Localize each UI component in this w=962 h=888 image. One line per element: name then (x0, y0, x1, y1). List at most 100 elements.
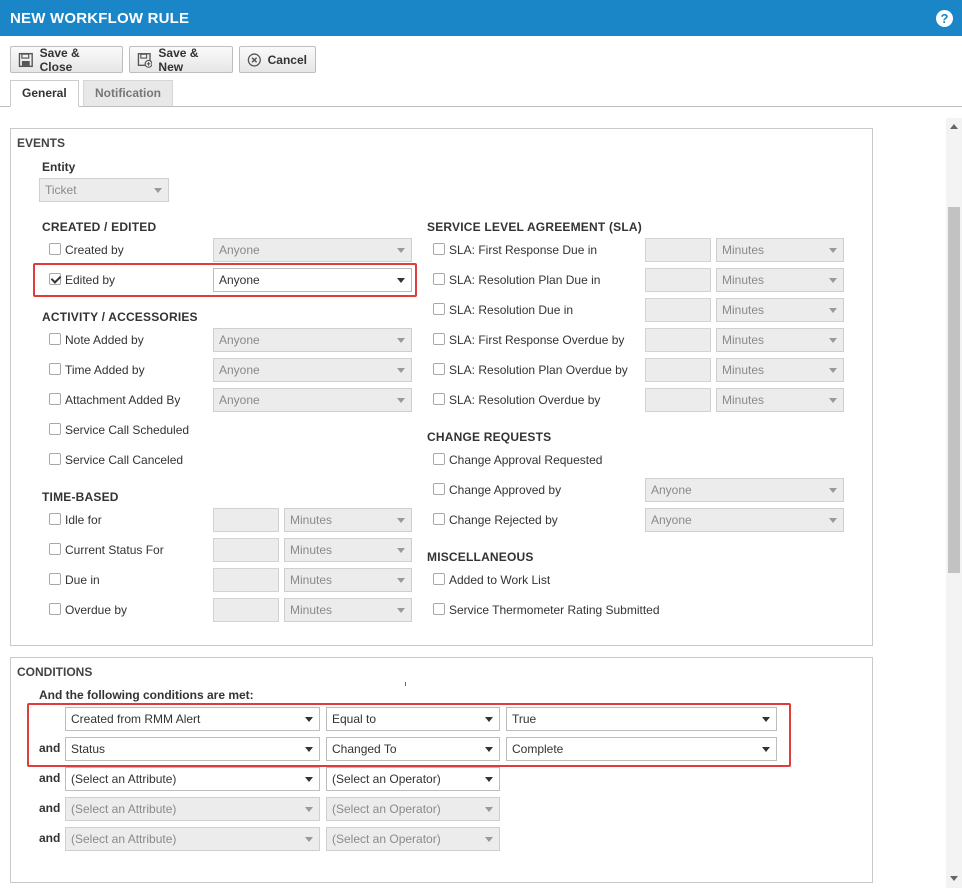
overdue-by-label: Overdue by (65, 603, 128, 617)
sla-resolution-plan-due-checkbox[interactable] (433, 273, 445, 285)
scroll-up-icon[interactable] (950, 124, 958, 129)
condition-5-attribute-select[interactable]: (Select an Attribute) (65, 827, 320, 851)
sla-resolution-plan-due-unit-select[interactable]: Minutes (716, 268, 844, 292)
idle-for-checkbox[interactable] (49, 513, 61, 525)
floppy-disk-icon (18, 52, 33, 67)
sla-resolution-due-label: SLA: Resolution Due in (449, 303, 574, 317)
tab-general[interactable]: General (10, 80, 79, 107)
added-to-work-list-label: Added to Work List (449, 573, 551, 587)
activity-title: ACTIVITY / ACCESSORIES (42, 310, 198, 324)
created-by-label: Created by (65, 243, 124, 257)
conditions-title: CONDITIONS (17, 665, 93, 679)
entity-select[interactable]: Ticket (39, 178, 169, 202)
note-added-checkbox[interactable] (49, 333, 61, 345)
current-status-for-amount-input[interactable] (213, 538, 279, 562)
sla-resolution-overdue-checkbox[interactable] (433, 393, 445, 405)
cancel-label: Cancel (267, 52, 307, 67)
sla-resolution-plan-overdue-checkbox[interactable] (433, 363, 445, 375)
sla-resolution-plan-due-label: SLA: Resolution Plan Due in (449, 273, 601, 287)
note-added-select[interactable]: Anyone (213, 328, 412, 352)
current-status-for-unit-select[interactable]: Minutes (284, 538, 412, 562)
change-rejected-by-select[interactable]: Anyone (645, 508, 844, 532)
change-rejected-by-checkbox[interactable] (433, 513, 445, 525)
due-in-checkbox[interactable] (49, 573, 61, 585)
condition-4-operator-select[interactable]: (Select an Operator) (326, 797, 500, 821)
events-title: EVENTS (17, 136, 66, 150)
added-to-work-list-checkbox[interactable] (433, 573, 445, 585)
created-by-checkbox[interactable] (49, 243, 61, 255)
change-approved-by-select[interactable]: Anyone (645, 478, 844, 502)
sla-resolution-due-unit-select[interactable]: Minutes (716, 298, 844, 322)
service-call-canceled-label: Service Call Canceled (65, 453, 184, 467)
scrollbar-thumb[interactable] (948, 207, 960, 573)
tabs-divider (0, 106, 962, 107)
change-approved-by-checkbox[interactable] (433, 483, 445, 495)
condition-4-attribute-select[interactable]: (Select an Attribute) (65, 797, 320, 821)
sla-resolution-due-checkbox[interactable] (433, 303, 445, 315)
conditions-subtitle: And the following conditions are met: (39, 688, 254, 702)
sla-first-response-overdue-unit-select[interactable]: Minutes (716, 328, 844, 352)
change-approval-requested-checkbox[interactable] (433, 453, 445, 465)
events-panel (10, 128, 873, 646)
change-approved-by-label: Change Approved by (449, 483, 562, 497)
time-added-label: Time Added by (65, 363, 145, 377)
entity-label: Entity (42, 160, 76, 174)
sla-resolution-overdue-amount-input[interactable] (645, 388, 711, 412)
service-call-canceled-checkbox[interactable] (49, 453, 61, 465)
time-added-select[interactable]: Anyone (213, 358, 412, 382)
cancel-circle-icon (247, 52, 261, 67)
change-approval-requested-label: Change Approval Requested (449, 453, 603, 467)
sla-resolution-due-amount-input[interactable] (645, 298, 711, 322)
window-title: NEW WORKFLOW RULE (10, 10, 190, 27)
time-added-checkbox[interactable] (49, 363, 61, 375)
tab-notification[interactable]: Notification (83, 80, 173, 107)
due-in-amount-input[interactable] (213, 568, 279, 592)
cancel-button[interactable]: Cancel (239, 46, 316, 73)
overdue-by-unit-select[interactable]: Minutes (284, 598, 412, 622)
attachment-added-checkbox[interactable] (49, 393, 61, 405)
condition-3-operator-select[interactable]: (Select an Operator) (326, 767, 500, 791)
condition-5-and-label: and (39, 831, 61, 845)
created-by-select[interactable]: Anyone (213, 238, 412, 262)
overdue-by-amount-input[interactable] (213, 598, 279, 622)
idle-for-amount-input[interactable] (213, 508, 279, 532)
sla-first-response-overdue-checkbox[interactable] (433, 333, 445, 345)
sla-resolution-plan-due-amount-input[interactable] (645, 268, 711, 292)
edited-by-highlight (33, 263, 417, 297)
save-close-button[interactable]: Save & Close (10, 46, 123, 74)
due-in-label: Due in (65, 573, 100, 587)
save-new-button[interactable]: Save & New (129, 45, 233, 74)
attachment-added-label: Attachment Added By (65, 393, 181, 407)
sla-first-response-overdue-amount-input[interactable] (645, 328, 711, 352)
conditions-highlight (27, 703, 791, 767)
save-new-label: Save & New (158, 45, 199, 74)
change-requests-title: CHANGE REQUESTS (427, 430, 552, 444)
condition-5-operator-select[interactable]: (Select an Operator) (326, 827, 500, 851)
sla-resolution-overdue-label: SLA: Resolution Overdue by (449, 393, 601, 407)
condition-3-attribute-select[interactable]: (Select an Attribute) (65, 767, 320, 791)
note-added-label: Note Added by (65, 333, 144, 347)
idle-for-unit-select[interactable]: Minutes (284, 508, 412, 532)
created-edited-title: CREATED / EDITED (42, 220, 157, 234)
misc-title: MISCELLANEOUS (427, 550, 534, 564)
sla-resolution-plan-overdue-amount-input[interactable] (645, 358, 711, 382)
help-icon[interactable]: ? (936, 10, 953, 27)
sla-first-response-overdue-label: SLA: First Response Overdue by (449, 333, 625, 347)
due-in-unit-select[interactable]: Minutes (284, 568, 412, 592)
sla-resolution-plan-overdue-unit-select[interactable]: Minutes (716, 358, 844, 382)
current-status-for-label: Current Status For (65, 543, 164, 557)
scroll-down-icon[interactable] (950, 876, 958, 881)
thermometer-rating-checkbox[interactable] (433, 603, 445, 615)
sla-first-response-due-amount-input[interactable] (645, 238, 711, 262)
sla-first-response-due-unit-select[interactable]: Minutes (716, 238, 844, 262)
current-status-for-checkbox[interactable] (49, 543, 61, 555)
condition-4-and-label: and (39, 801, 61, 815)
idle-for-label: Idle for (65, 513, 102, 527)
annotation-mark (405, 682, 406, 686)
attachment-added-select[interactable]: Anyone (213, 388, 412, 412)
service-call-scheduled-checkbox[interactable] (49, 423, 61, 435)
sla-first-response-due-checkbox[interactable] (433, 243, 445, 255)
sla-title: SERVICE LEVEL AGREEMENT (SLA) (427, 220, 642, 234)
overdue-by-checkbox[interactable] (49, 603, 61, 615)
sla-resolution-overdue-unit-select[interactable]: Minutes (716, 388, 844, 412)
